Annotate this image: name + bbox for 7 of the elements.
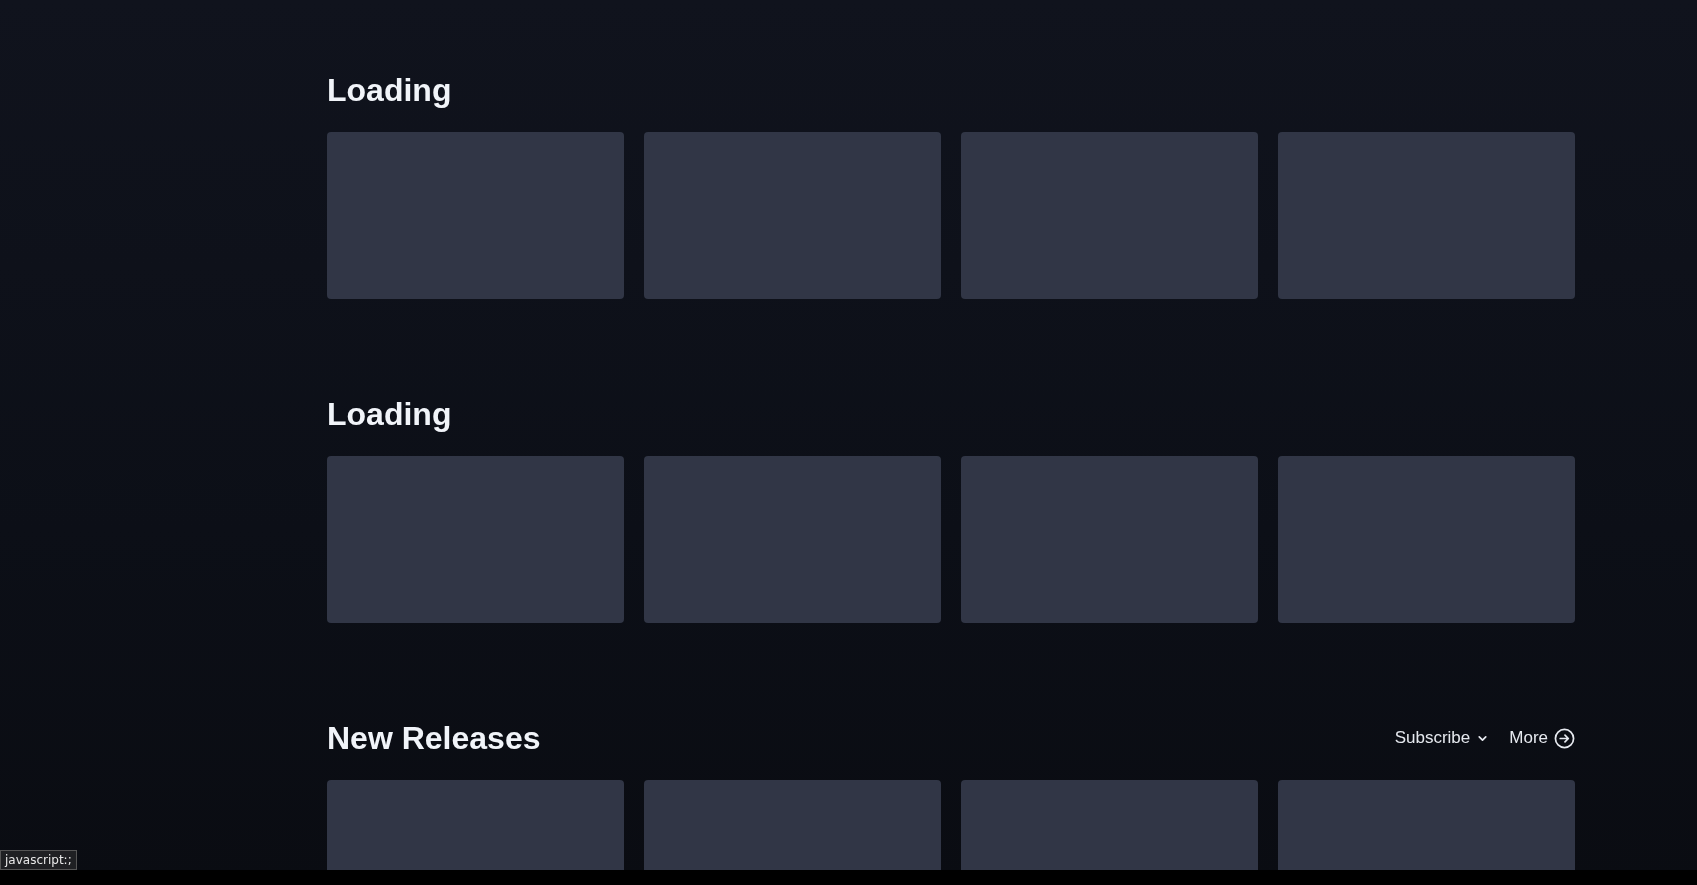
status-tooltip: javascript:; (0, 850, 77, 870)
subscribe-dropdown[interactable]: Subscribe (1394, 728, 1490, 748)
section-title: Loading (327, 395, 452, 433)
more-link[interactable]: More (1509, 727, 1575, 749)
section-title: New Releases (327, 719, 541, 757)
arrow-circle-icon (1554, 727, 1575, 749)
section-title: Loading (327, 71, 452, 109)
